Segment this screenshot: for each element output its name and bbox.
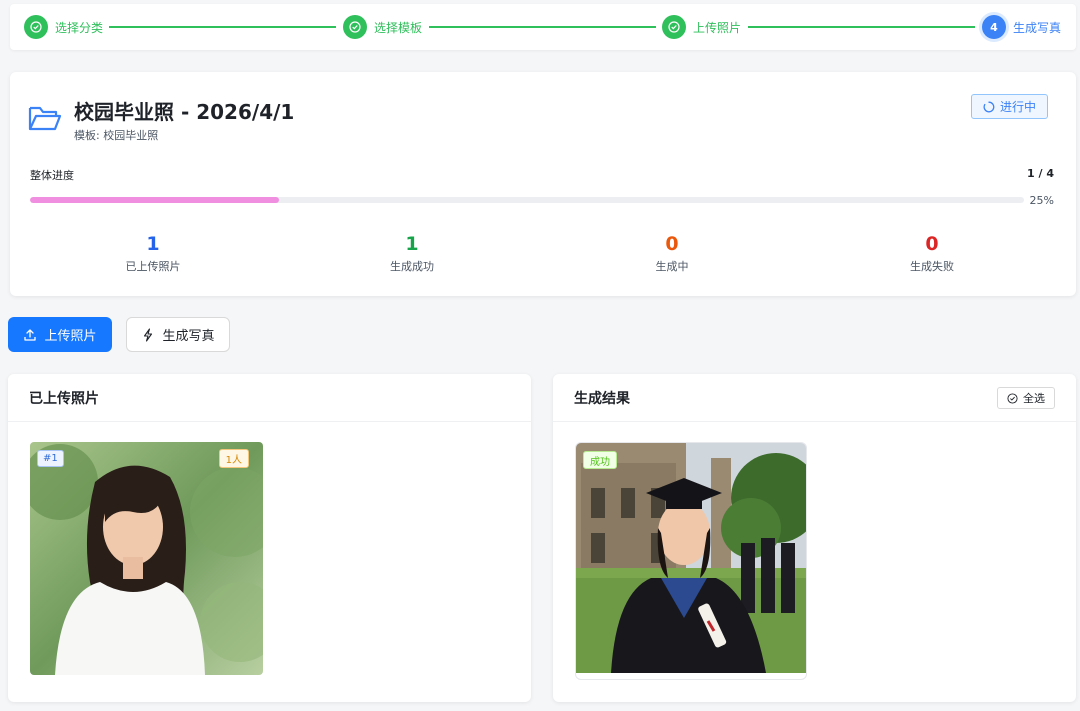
generate-photos-button[interactable]: 生成写真 [126,317,230,352]
select-all-button[interactable]: 全选 [997,387,1055,409]
step-number-badge: 4 [982,15,1006,39]
graduation-photo [576,443,806,673]
upload-icon [24,328,37,341]
generated-photo [576,443,806,673]
stat-value: 0 [665,233,679,255]
status-badge: 进行中 [971,94,1048,119]
step-label: 选择模板 [374,20,423,35]
upload-photos-button[interactable]: 上传照片 [8,317,112,352]
lightning-icon [144,327,153,342]
check-circle-icon [343,15,367,39]
step-connector [429,26,656,28]
uploaded-photo[interactable]: #1 1人 [30,442,263,675]
page-title: 校园毕业照 - 2026/4/1 [74,100,295,124]
template-name: 模板: 校园毕业照 [74,129,159,142]
status-label: 进行中 [999,100,1036,114]
stat-value: 1 [405,233,419,255]
success-tag: 成功 [583,451,617,469]
stat-success: 1 生成成功 [332,232,492,274]
step-label: 生成写真 [1013,20,1062,35]
progress-bar [30,197,1024,203]
check-circle-icon [662,15,686,39]
stat-value: 0 [925,233,939,255]
stat-label: 生成失败 [910,260,954,273]
progress-label: 整体进度 [30,169,74,182]
photo-index-tag: #1 [37,450,64,467]
step-progress-bar: 选择分类 选择模板 上传照片 4 生成写真 [10,4,1076,50]
project-summary-card: 校园毕业照 - 2026/4/1 模板: 校园毕业照 进行中 整体进度 1 / … [10,72,1076,296]
uploaded-photos-panel: 已上传照片 #1 1人 [8,374,531,702]
step-connector [748,26,975,28]
progress-bar-fill [30,197,279,203]
step-label: 选择分类 [55,20,104,35]
progress-count: 1 / 4 [1027,167,1054,180]
step-upload-photos[interactable]: 上传照片 [662,15,741,39]
button-label: 生成写真 [162,329,215,344]
select-all-label: 全选 [1023,392,1045,405]
result-card[interactable]: 成功 [575,442,807,680]
generation-results-panel: 生成结果 全选 成功 [553,374,1076,702]
step-connector [109,26,336,28]
button-label: 上传照片 [44,329,97,344]
step-select-category[interactable]: 选择分类 [24,15,103,39]
people-count-tag: 1人 [218,449,249,468]
stat-generating: 0 生成中 [592,232,752,274]
stat-label: 已上传照片 [125,260,181,273]
step-select-template[interactable]: 选择模板 [343,15,422,39]
stat-uploaded: 1 已上传照片 [73,232,233,274]
portrait-photo [30,442,263,675]
folder-open-icon [28,104,62,132]
stat-label: 生成成功 [390,260,434,273]
step-label: 上传照片 [693,20,742,35]
stat-value: 1 [146,233,160,255]
panel-title: 已上传照片 [8,374,531,422]
progress-percent: 25% [1029,194,1054,207]
check-circle-icon [24,15,48,39]
loading-icon [983,101,995,112]
stat-label: 生成中 [655,260,689,273]
check-circle-icon [1007,392,1018,404]
stat-failed: 0 生成失败 [852,232,1012,274]
step-generate-photos[interactable]: 4 生成写真 [982,15,1061,39]
